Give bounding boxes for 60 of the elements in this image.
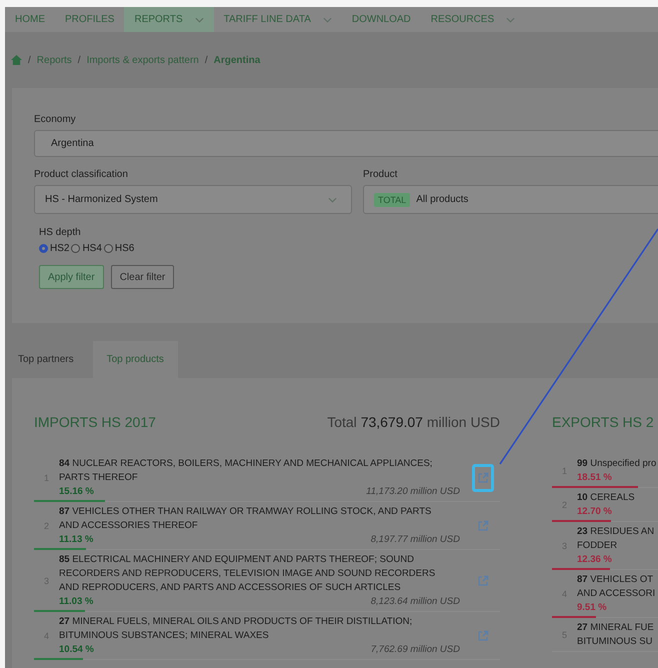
select-field[interactable]: TOTAL All products [363,185,658,214]
product-name: 87 VEHICLES OTHER THAN RAILWAY OR TRAMWAY ROLLING STOCK, AND PARTS AND ACCESSORIES THEREOF [59,505,432,533]
section-title: EXPORTS HS 2 [552,414,654,430]
breadcrumb-link[interactable]: Imports & exports pattern [86,54,199,66]
tab[interactable]: Top products [92,341,178,378]
product-name: 87 VEHICLES OT [577,573,654,587]
radio-button[interactable] [39,244,48,253]
nav-item[interactable]: HOME [5,7,55,32]
share-percent: 12.36 % [577,553,612,567]
product-name: 27 MINERAL FUE [577,621,655,635]
radio-label[interactable]: HS2 [50,243,70,254]
product-name: 99 Unspecified pro [577,457,658,471]
radio-label[interactable]: HS6 [114,243,134,254]
product-name: 84 NUCLEAR REACTORS, BOILERS, MACHINERY AND MECHANICAL APPLIANCES; PARTS THEREOF [59,457,434,485]
field-label: Product [363,169,398,180]
product-name: FODDER [577,539,618,553]
nav-item[interactable]: REPORTS [124,7,214,32]
product-name: 27 MINERAL FUELS, MINERAL OILS AND PRODUCTS OF THEIR DISTILLATION; BITUMINOUS SUBSTANCES; MINERAL WAXES [59,615,414,643]
radio-label[interactable]: HS4 [82,243,102,254]
trade-value: 7,762.69 million USD [370,643,461,657]
share-percent: 15.16 % [59,485,94,499]
breadcrumb-current: Argentina [214,54,260,66]
external-link-icon[interactable] [472,464,494,492]
total-amount: Total 73,679.07 million USD [327,414,500,430]
product-name: AND ACCESSORI [577,587,656,601]
nav-item[interactable]: PROFILES [55,7,124,32]
product-name: 23 RESIDUES AN [577,525,656,539]
tab[interactable]: Top partners [12,341,84,378]
apply-filter-button[interactable]: Apply filter [39,265,104,289]
share-percent: 11.03 % [59,595,94,609]
share-percent: 18.51 % [577,471,612,485]
select-field[interactable]: HS - Harmonized System [34,185,352,214]
nav-item[interactable]: DOWNLOAD [342,7,421,32]
field-label: Product classification [34,169,129,180]
share-percent: 10.54 % [59,643,94,657]
breadcrumb-separator: / [78,54,81,66]
product-name: BITUMINOUS SU [577,635,654,649]
breadcrumb-separator: / [204,54,208,66]
breadcrumb-separator: / [28,54,31,66]
share-percent: 11.13 % [59,533,94,547]
trade-value: 8,123.64 million USD [370,595,461,609]
total-tag: TOTAL [374,192,410,206]
share-percent: 12.70 % [577,505,612,519]
field-label: HS depth [39,227,82,238]
home-icon[interactable] [11,55,22,65]
nav-item[interactable]: TARIFF LINE DATA [214,7,342,32]
product-name: 85 ELECTRICAL MACHINERY AND EQUIPMENT AND PARTS THEREOF; SOUND RECORDERS AND REPRODUCERS, TELEVISION IMAGE AND SOUND RECORDERS AND REPRODUCERS, AND PARTS AND ACCESSORIES OF SUCH ARTICLES [59,553,436,595]
radio-button[interactable] [71,244,80,253]
field-label: Economy [34,114,77,125]
nav-item[interactable]: RESOURCES [420,7,526,32]
section-title: IMPORTS HS 2017 [34,414,156,430]
radio-button[interactable] [104,244,113,253]
product-name: 10 CEREALS [577,491,636,505]
chevron-icon [328,196,337,202]
trade-value: 11,173.20 million USD [366,485,461,499]
text-field[interactable]: Argentina [34,130,658,157]
clear-filter-button[interactable]: Clear filter [110,265,174,289]
trade-value: 8,197.77 million USD [370,533,461,547]
share-percent: 9.51 % [577,601,607,615]
breadcrumb-link[interactable]: Reports [36,54,72,66]
